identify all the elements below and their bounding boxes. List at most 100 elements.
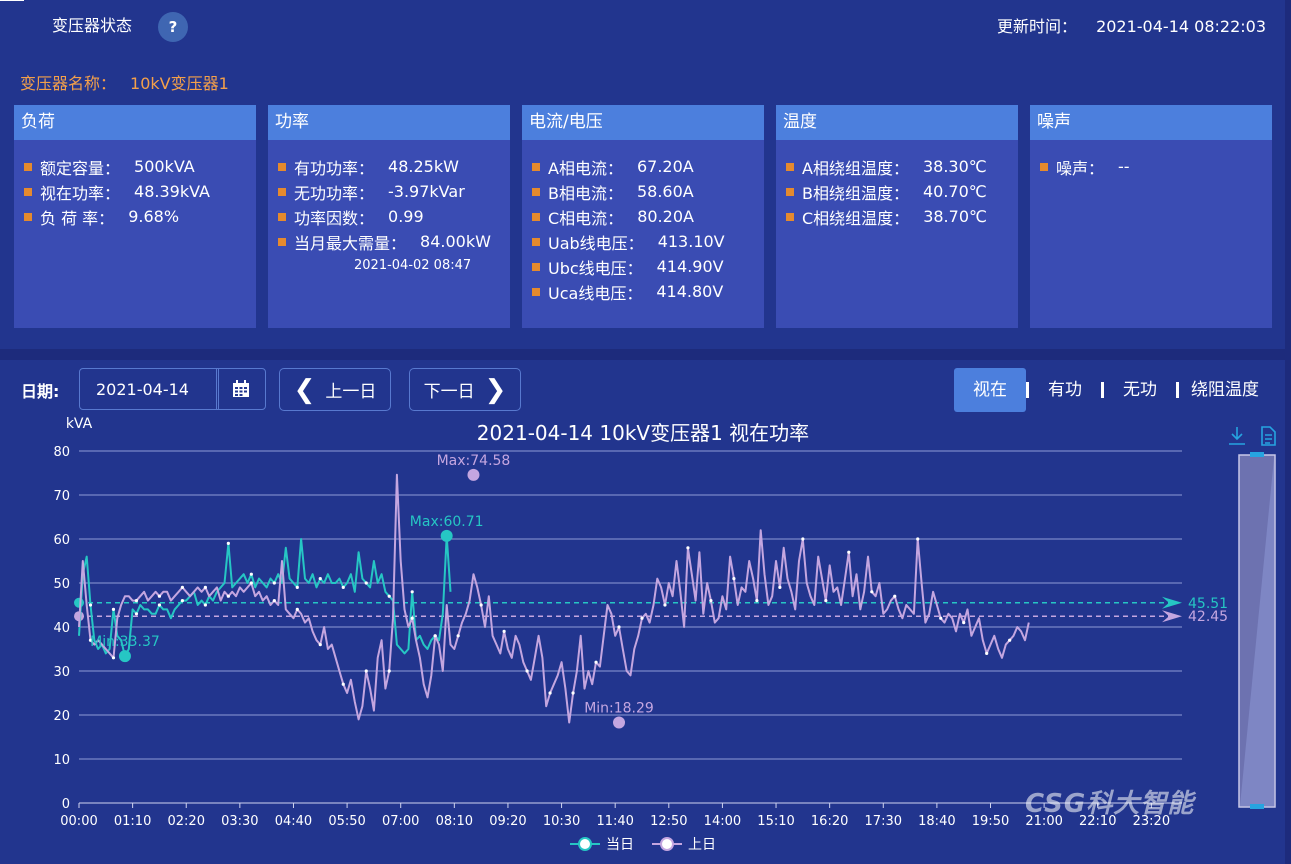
logo-text: CSG科大智能 xyxy=(1025,789,1195,819)
extreme-point xyxy=(467,468,480,481)
average-arrow xyxy=(1162,610,1182,623)
item-label: C相电流： xyxy=(548,208,624,228)
transformer-name-value: 10kV变压器1 xyxy=(130,74,229,93)
metric-tabs: 视在 有功 无功 绕阻温度 xyxy=(954,368,1259,412)
update-time-value: 2021-04-14 08:22:03 xyxy=(1096,17,1266,36)
list-item: Uab线电压： 413.10V xyxy=(532,229,764,254)
card-title: 功率 xyxy=(268,105,510,140)
zoom-slider[interactable] xyxy=(1238,452,1276,809)
list-item: Uca线电压： 414.80V xyxy=(532,279,764,304)
item-value: 80.20A xyxy=(637,207,694,226)
item-value: 414.80V xyxy=(656,282,724,301)
item-value: 38.30℃ xyxy=(922,157,987,176)
zoom-handle-bottom[interactable] xyxy=(1250,804,1264,809)
data-point xyxy=(410,616,414,620)
next-day-label: 下一日 xyxy=(423,382,475,402)
list-item: A相绕组温度： 38.30℃ xyxy=(786,154,1018,179)
y-tick-label: 30 xyxy=(53,665,70,680)
question-icon[interactable]: ? xyxy=(158,12,188,42)
card-power: 功率 有功功率： 48.25kW 无功功率： -3.97kVar 功率因数： 0.99… xyxy=(268,105,510,328)
data-point xyxy=(502,629,506,633)
bullet-icon xyxy=(786,212,794,221)
y-tick-label: 0 xyxy=(62,797,70,812)
x-tick-label: 19:50 xyxy=(972,814,1009,829)
extreme-label: Max:60.71 xyxy=(410,514,484,530)
data-point xyxy=(548,691,552,695)
item-value: 0.99 xyxy=(388,207,424,226)
data-point xyxy=(479,603,483,607)
download-icon[interactable] xyxy=(1229,427,1245,445)
series-yesterday-line xyxy=(78,473,1030,724)
data-point xyxy=(249,572,253,576)
data-point xyxy=(847,550,851,554)
bullet-icon xyxy=(532,212,540,221)
bullet-icon xyxy=(24,212,32,221)
x-tick-label: 02:20 xyxy=(168,814,205,829)
list-item: 无功功率： -3.97kVar xyxy=(278,179,510,204)
data-point xyxy=(318,643,322,647)
item-value: -- xyxy=(1118,157,1130,176)
list-item: Ubc线电压： 414.90V xyxy=(532,254,764,279)
average-start-dot xyxy=(74,597,84,608)
tab-apparent[interactable]: 视在 xyxy=(954,368,1026,412)
panel-title: 变压器状态 xyxy=(52,16,133,35)
y-tick-label: 10 xyxy=(53,753,70,768)
date-input[interactable] xyxy=(79,368,219,410)
legend-yesterday[interactable]: 上日 xyxy=(652,837,716,853)
x-tick-label: 05:50 xyxy=(328,814,365,829)
item-value: 84.00kW xyxy=(420,232,491,251)
item-value: 58.60A xyxy=(636,182,694,201)
data-point xyxy=(157,594,162,598)
list-item: 有功功率： 48.25kW xyxy=(278,154,510,179)
item-label: 额定容量： xyxy=(40,158,121,178)
y-tick-label: 70 xyxy=(53,489,70,504)
data-view-icon[interactable] xyxy=(1261,426,1276,446)
chart-panel: 日期: ❮ 上一日 下一日 ❯ 视在 有功 无功 绕阻温度 2021-04-14… xyxy=(0,360,1285,864)
item-value: 38.70℃ xyxy=(923,207,987,226)
data-point xyxy=(939,616,943,620)
prev-day-button[interactable]: ❮ 上一日 xyxy=(279,368,391,411)
x-tick-label: 12:50 xyxy=(650,814,687,829)
prev-day-label: 上一日 xyxy=(325,382,377,402)
data-point xyxy=(709,599,713,603)
y-tick-label: 60 xyxy=(53,533,70,548)
data-point xyxy=(341,682,345,686)
card-current-voltage: 电流/电压 A相电流： 67.20A B相电流： 58.60A C相电流： 80.20… xyxy=(522,105,764,328)
data-point xyxy=(249,581,253,585)
zoom-handle-top[interactable] xyxy=(1250,452,1264,457)
data-point xyxy=(88,603,93,607)
data-point xyxy=(1008,638,1012,642)
list-item: B相电流： 58.60A xyxy=(532,179,764,204)
data-point xyxy=(203,603,207,607)
bullet-icon xyxy=(532,187,540,196)
data-point xyxy=(525,669,529,673)
data-point xyxy=(801,537,805,541)
next-day-button[interactable]: 下一日 ❯ xyxy=(409,368,521,411)
data-point xyxy=(272,599,276,603)
calendar-button[interactable] xyxy=(216,368,266,410)
update-time-label: 更新时间： xyxy=(996,17,1077,36)
tab-active-power[interactable]: 有功 xyxy=(1029,368,1101,412)
data-point xyxy=(364,581,368,585)
data-point xyxy=(387,594,391,598)
bullet-icon xyxy=(278,187,286,196)
average-label: 42.45 xyxy=(1188,609,1228,625)
bullet-icon xyxy=(532,237,540,246)
data-point xyxy=(226,594,230,598)
x-tick-label: 09:20 xyxy=(489,814,526,829)
data-point xyxy=(893,594,897,598)
list-item: C相绕组温度： 38.70℃ xyxy=(786,204,1018,229)
tab-winding-temp[interactable]: 绕阻温度 xyxy=(1179,368,1259,412)
extreme-point xyxy=(118,650,131,663)
tab-reactive-power[interactable]: 无功 xyxy=(1104,368,1176,412)
x-tick-label: 03:30 xyxy=(221,814,258,829)
card-noise: 噪声 噪声： -- xyxy=(1030,105,1272,328)
item-value: 67.20A xyxy=(636,157,694,176)
item-value: 500kVA xyxy=(134,157,195,176)
list-item: 视在功率： 48.39kVA xyxy=(24,179,256,204)
legend-today[interactable]: 当日 xyxy=(570,837,634,853)
y-axis-label: kVA xyxy=(66,416,93,432)
x-tick-label: 14:00 xyxy=(704,814,741,829)
calendar-icon xyxy=(233,380,249,397)
y-tick-label: 50 xyxy=(53,577,70,592)
